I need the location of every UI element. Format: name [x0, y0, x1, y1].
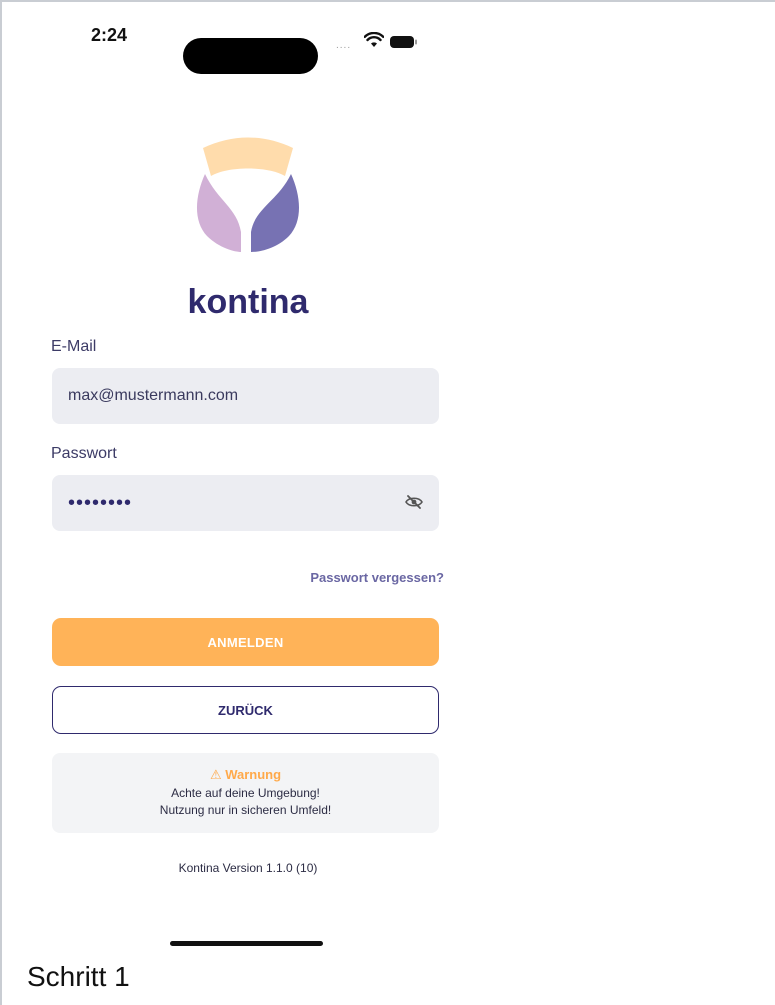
brand-name: kontina [187, 283, 309, 321]
email-field[interactable]: max@mustermann.com [52, 368, 439, 424]
step-caption: Schritt 1 [27, 961, 130, 992]
status-icons: .... [336, 28, 436, 56]
password-label: Passwort [51, 445, 117, 462]
dynamic-island [183, 38, 318, 74]
warning-line-2: Nutzung nur in sicheren Umfeld! [159, 803, 332, 817]
login-button[interactable]: ANMELDEN [52, 618, 439, 666]
back-button[interactable]: ZURÜCK [52, 686, 439, 734]
eye-off-icon[interactable] [405, 494, 423, 510]
status-time: 2:24 [91, 25, 128, 45]
home-indicator[interactable] [170, 941, 323, 946]
signal-icon: .... [336, 40, 352, 51]
email-value: max@mustermann.com [68, 387, 239, 404]
password-value: •••••••• [68, 491, 133, 514]
warning-line-1: Achte auf deine Umgebung! [171, 786, 320, 800]
forgot-password-link[interactable]: Passwort vergessen? [244, 570, 444, 585]
warning-title: ⚠ Warnung [209, 767, 282, 782]
email-label: E-Mail [51, 338, 97, 355]
kontina-logo-icon [197, 137, 299, 252]
phone-screen: 2:24 .... kontina E-Mail max@mustermann.… [8, 8, 488, 968]
password-field[interactable]: •••••••• [52, 475, 439, 531]
battery-icon [390, 36, 417, 48]
warning-box: ⚠ Warnung Achte auf deine Umgebung! Nutz… [52, 753, 439, 833]
wifi-icon [364, 32, 384, 47]
version-text: Kontina Version 1.1.0 (10) [178, 861, 318, 875]
